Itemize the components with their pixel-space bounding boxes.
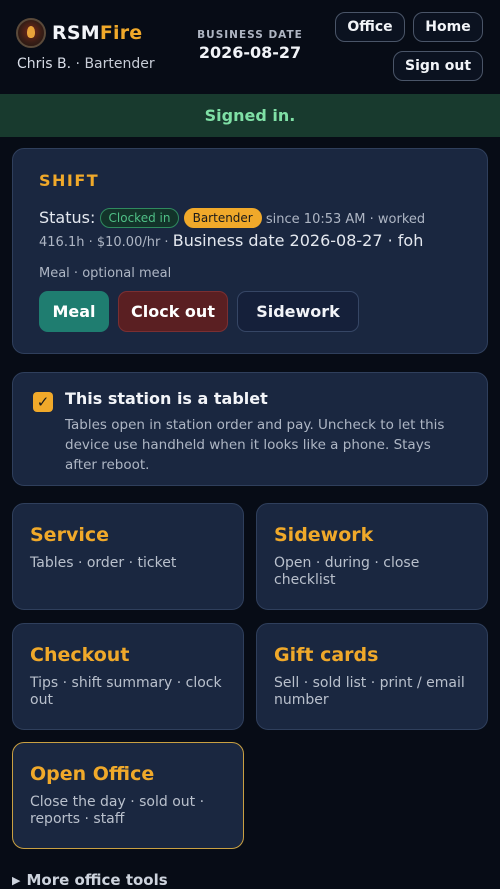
tablet-description: Tables open in station order and pay. Un… [65,417,445,473]
shift-status: Status: Clocked in Bartender since 10:53… [39,207,469,253]
meal-button[interactable]: Meal [39,291,109,332]
checkout-tile-desc: Tips · shift summary · clock out [30,675,222,708]
since-text: since 10:53 AM · worked [265,212,426,227]
business-date-label: BUSINESS DATE [197,29,303,41]
brand-name-part1: RSM [52,22,100,44]
user-info: Chris B. · Bartender [17,56,155,72]
checkout-tile-title: Checkout [30,644,130,666]
user-separator: · [71,56,85,72]
business-date-value: 2026-08-27 [198,43,302,62]
service-tile[interactable]: Service Tables · order · ticket [12,503,244,610]
brand-name-part2: Fire [99,22,143,44]
home-button[interactable]: Home [413,12,483,42]
checkmark-icon: ✓ [36,393,50,411]
tablet-checkbox[interactable]: ✓ [33,392,53,412]
clock-out-button[interactable]: Clock out [118,291,228,332]
more-office-tools-label: More office tools [26,871,168,889]
role-badge: Bartender [183,208,262,228]
meal-note: Meal · optional meal [39,266,172,281]
gift-cards-tile-title: Gift cards [274,644,379,666]
gift-cards-tile-desc: Sell · sold list · print / email number [274,675,465,708]
brand-logo[interactable]: RSMFire [16,18,142,48]
more-office-tools-toggle[interactable]: ▶ More office tools [12,871,168,889]
tablet-station-card: ✓ This station is a tablet Tables open i… [12,372,488,486]
status-badge: Clocked in [99,208,180,228]
gift-cards-tile[interactable]: Gift cards Sell · sold list · print / em… [256,623,488,730]
brand-name: RSMFire [52,22,142,44]
service-tile-title: Service [30,524,109,546]
worked-rate-text: 416.1h · $10.00/hr · [39,235,169,250]
sign-out-button[interactable]: Sign out [393,51,483,81]
sidework-button[interactable]: Sidework [237,291,359,332]
sidework-tile-title: Sidework [274,524,374,546]
open-office-tile-desc: Close the day · sold out · reports · sta… [30,794,205,827]
status-label: Status: [39,208,96,227]
triangle-right-icon: ▶ [12,874,21,887]
fire-badge-icon [16,18,46,48]
service-tile-desc: Tables · order · ticket [30,555,177,571]
office-button[interactable]: Office [335,12,405,42]
app-header: RSMFire Chris B. · Bartender BUSINESS DA… [0,0,500,94]
sidework-tile-desc: Open · during · close checklist [274,555,420,588]
signed-in-banner: Signed in. [0,94,500,137]
shift-title: SHIFT [39,171,100,190]
checkout-tile[interactable]: Checkout Tips · shift summary · clock ou… [12,623,244,730]
open-office-tile-title: Open Office [30,763,155,785]
open-office-tile[interactable]: Open Office Close the day · sold out · r… [12,742,244,849]
shift-card: SHIFT Status: Clocked in Bartender since… [12,148,488,354]
business-date: BUSINESS DATE 2026-08-27 [190,29,310,62]
tablet-title[interactable]: This station is a tablet [65,389,268,408]
shift-business-date: Business date 2026-08-27 · foh [172,231,424,250]
user-role: Bartender [84,56,155,72]
user-name: Chris B. [17,56,72,72]
sidework-tile[interactable]: Sidework Open · during · close checklist [256,503,488,610]
